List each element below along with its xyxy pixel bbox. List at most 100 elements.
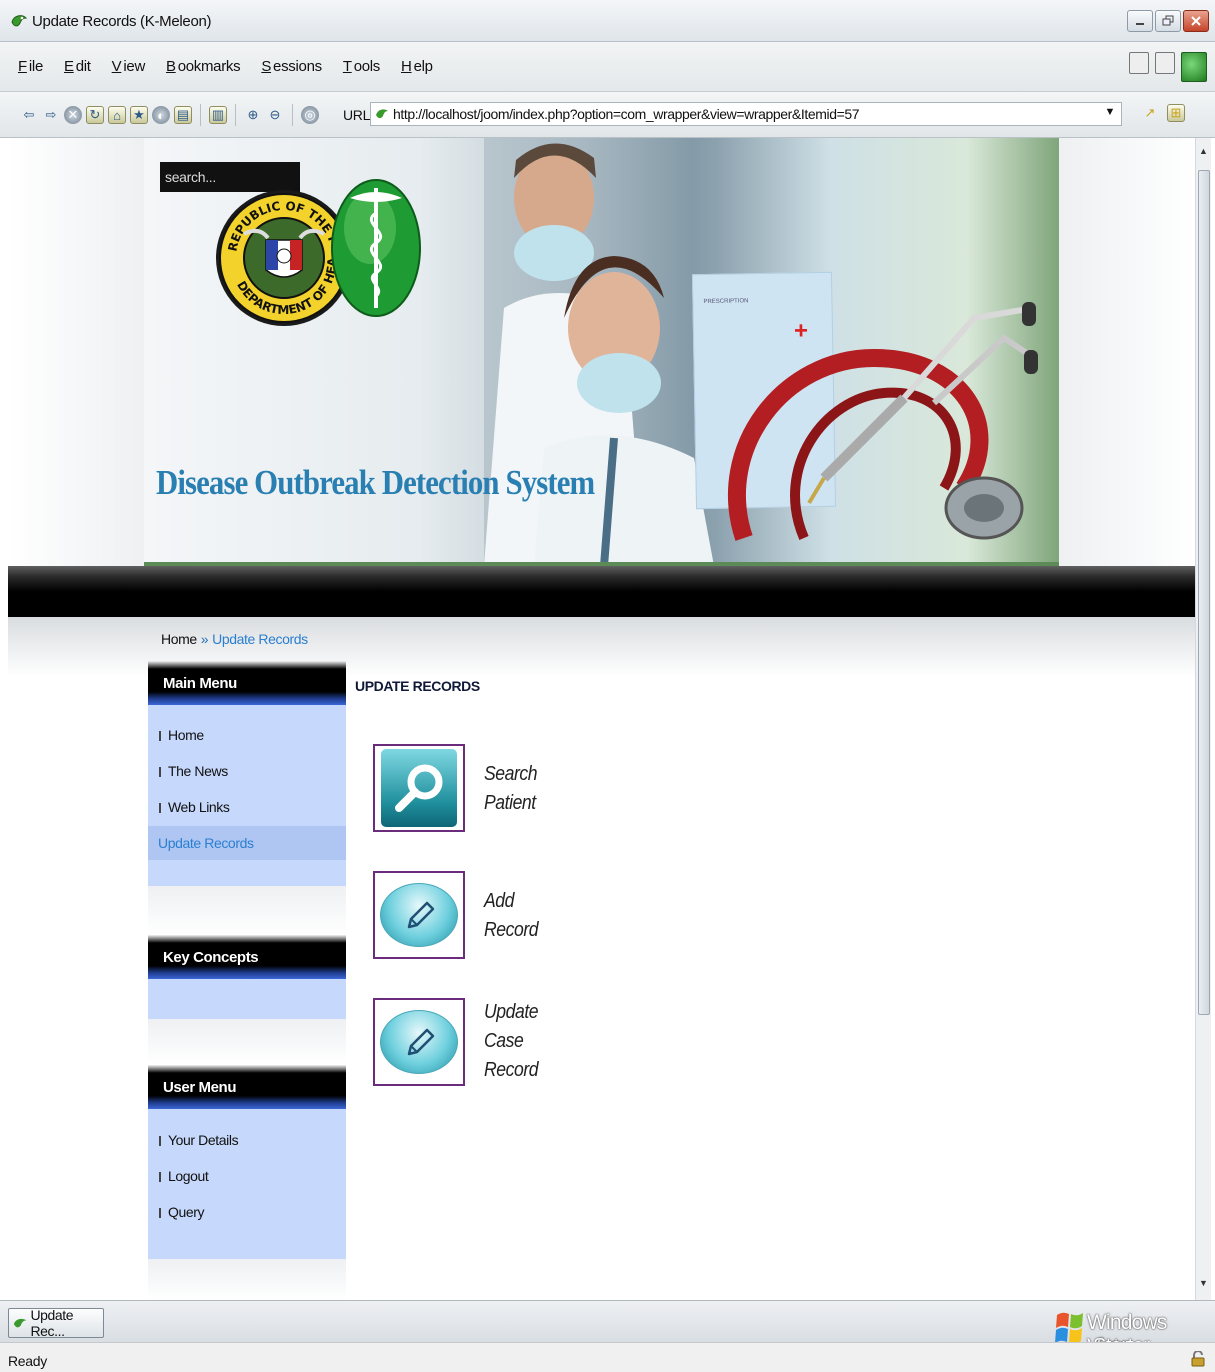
site-title: Disease Outbreak Detection System: [156, 463, 595, 502]
scrollbar-thumb[interactable]: [1198, 170, 1210, 1015]
sidebar-item-your-details[interactable]: Your Details: [148, 1123, 346, 1157]
page-background-right: [1059, 138, 1195, 568]
toolbar-buttons: ⇦ ⇨ ✕ ↻ ⌂ ★ ◐ ▤ ▥ ⊕ ⊖ ◎: [20, 104, 319, 126]
toolbar-separator: [292, 104, 293, 126]
user-menu-body: Your Details Logout Query: [148, 1109, 346, 1259]
navigation-toolbar: ⇦ ⇨ ✕ ↻ ⌂ ★ ◐ ▤ ▥ ⊕ ⊖ ◎ URL: http://loca…: [0, 92, 1215, 138]
popup-blocker-icon[interactable]: [1129, 52, 1149, 74]
search-web-icon[interactable]: ◎: [301, 106, 319, 124]
bookmarks-icon[interactable]: ★: [130, 106, 148, 124]
history-icon[interactable]: ◐: [152, 106, 170, 124]
module-spacer: [148, 1259, 346, 1300]
update-case-record-button[interactable]: [373, 998, 465, 1086]
left-sidebar: Main Menu Home The News Web Links Update…: [148, 661, 346, 1300]
bullet-icon: [159, 1208, 161, 1218]
magnifier-icon: [381, 749, 457, 827]
sidebar-item-update-records[interactable]: Update Records: [148, 826, 346, 860]
toolbar-separator: [200, 104, 201, 126]
key-concepts-header: Key Concepts: [148, 935, 346, 979]
print-icon[interactable]: ▤: [174, 106, 192, 124]
url-text: http://localhost/joom/index.php?option=c…: [393, 106, 860, 122]
main-menu-body: Home The News Web Links Update Records: [148, 705, 346, 886]
breadcrumb-home-link[interactable]: Home: [161, 631, 197, 647]
kmeleon-icon: [13, 1318, 27, 1328]
page-background-left: [8, 138, 144, 568]
window-controls: [1127, 10, 1209, 32]
add-record-label[interactable]: Add Record: [484, 887, 554, 945]
menubar-right-icons: [1129, 52, 1207, 82]
update-case-record-label[interactable]: Update Case Record: [484, 998, 554, 1085]
caduceus-logo: [331, 179, 421, 317]
favicon-icon: [376, 109, 388, 119]
url-input[interactable]: http://localhost/joom/index.php?option=c…: [370, 102, 1122, 126]
kmeleon-throbber-icon: [1181, 52, 1207, 82]
sidebar-item-web-links[interactable]: Web Links: [148, 790, 346, 824]
toolbar-separator: [235, 104, 236, 126]
menu-tools[interactable]: Tools: [341, 58, 384, 75]
sidebar-item-home[interactable]: Home: [148, 718, 346, 752]
go-icon[interactable]: ↗: [1141, 104, 1159, 122]
module-spacer: [148, 886, 346, 935]
restore-icon: [1162, 15, 1174, 26]
stop-icon[interactable]: ✕: [64, 106, 82, 124]
search-patient-label[interactable]: Search Patient: [484, 760, 554, 818]
vertical-scrollbar[interactable]: ▲ ▼: [1195, 138, 1211, 1300]
pencil-icon: [380, 1010, 458, 1074]
forward-icon[interactable]: ⇨: [42, 106, 60, 124]
bookmark-page-icon[interactable]: ⊞: [1167, 104, 1185, 122]
javascript-toggle-icon[interactable]: [1155, 52, 1175, 74]
sidebar-item-query[interactable]: Query: [148, 1195, 346, 1229]
page-viewport: search... REPUBLIC OF THE PHILIPPINES DE…: [8, 138, 1195, 1300]
taskbar-window-label: Update Rec...: [30, 1307, 74, 1339]
add-record-button[interactable]: [373, 871, 465, 959]
home-icon[interactable]: ⌂: [108, 106, 126, 124]
url-dropdown-icon[interactable]: ▼: [1105, 106, 1116, 118]
minimize-icon: [1136, 23, 1144, 25]
menu-view[interactable]: View: [110, 58, 149, 75]
bullet-icon: [159, 731, 161, 741]
menu-file[interactable]: File: [16, 58, 47, 75]
pencil-icon: [380, 883, 458, 947]
scroll-down-icon[interactable]: ▼: [1199, 1278, 1208, 1288]
restore-button[interactable]: [1155, 10, 1181, 32]
menu-bookmarks[interactable]: Bookmarks: [164, 58, 244, 75]
header-banner: search... REPUBLIC OF THE PHILIPPINES DE…: [144, 138, 1059, 566]
module-spacer: [148, 1019, 346, 1065]
taskbar-window-button[interactable]: Update Rec...: [8, 1307, 104, 1339]
sidebar-item-logout[interactable]: Logout: [148, 1159, 346, 1193]
window-titlebar: Update Records (K-Meleon): [0, 0, 1215, 42]
bullet-icon: [159, 767, 161, 777]
status-text: Ready: [8, 1353, 47, 1369]
status-bar: Ready: [0, 1342, 1215, 1372]
breadcrumb-separator: »: [200, 631, 209, 647]
breadcrumb: Home» Update Records: [161, 631, 308, 647]
page-title: UPDATE RECORDS: [355, 678, 480, 694]
back-icon[interactable]: ⇦: [20, 106, 38, 124]
menu-edit[interactable]: Edit: [62, 58, 95, 75]
security-lock-icon: [1191, 1351, 1205, 1367]
search-patient-button[interactable]: [373, 744, 465, 832]
close-button[interactable]: [1183, 10, 1209, 32]
reload-icon[interactable]: ↻: [86, 106, 104, 124]
top-navigation-bar: [8, 566, 1195, 617]
kmeleon-icon: [11, 15, 28, 27]
menu-list: File Edit View Bookmarks Sessions Tools …: [16, 58, 437, 75]
stethoscope-photo: [727, 302, 1038, 541]
user-menu-header: User Menu: [148, 1065, 346, 1109]
scroll-up-icon[interactable]: ▲: [1199, 146, 1208, 156]
menu-help[interactable]: Help: [399, 58, 437, 75]
toolbar-right: ↗ ⊞: [1141, 104, 1185, 122]
taskbar: Update Rec... Windows Vista Starter: [0, 1300, 1215, 1358]
breadcrumb-current: Update Records: [212, 631, 308, 647]
bullet-icon: [159, 803, 161, 813]
minimize-button[interactable]: [1127, 10, 1153, 32]
zoom-out-icon[interactable]: ⊖: [266, 106, 284, 124]
bullet-icon: [159, 1136, 161, 1146]
main-menu-header: Main Menu: [148, 661, 346, 705]
menu-sessions[interactable]: Sessions: [259, 58, 325, 75]
page-info-icon[interactable]: ▥: [209, 106, 227, 124]
zoom-in-icon[interactable]: ⊕: [244, 106, 262, 124]
menubar: File Edit View Bookmarks Sessions Tools …: [0, 42, 1215, 92]
sidebar-item-the-news[interactable]: The News: [148, 754, 346, 788]
bullet-icon: [159, 1172, 161, 1182]
